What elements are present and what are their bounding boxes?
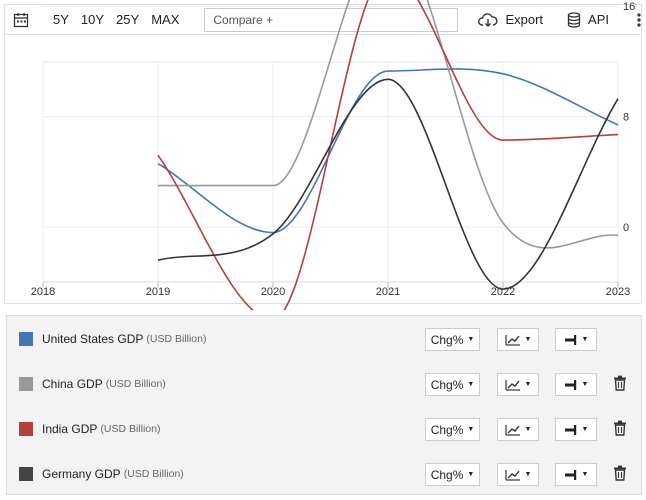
gdp-line-chart: 2018 2019 2020 2021 2022 20230816 — [31, 0, 635, 310]
series-units: (USD Billion) — [100, 422, 161, 435]
legend-row: Germany GDP (USD Billion) Chg% ▼ ▼ ▼ — [7, 451, 641, 496]
legend-row: India GDP (USD Billion) Chg% ▼ ▼ ▼ — [7, 406, 641, 451]
right-axis-icon — [564, 424, 578, 436]
axis-side-dropdown[interactable]: ▼ — [555, 373, 597, 396]
legend-row: United States GDP (USD Billion) Chg% ▼ ▼ ▼ — [7, 316, 641, 361]
caret-down-icon: ▼ — [467, 471, 475, 478]
series-units: (USD Billion) — [146, 332, 207, 345]
series-name: India GDP — [42, 421, 98, 436]
caret-down-icon: ▼ — [524, 381, 532, 388]
caret-down-icon: ▼ — [524, 426, 532, 433]
x-tick-label: 2023 — [606, 286, 630, 298]
chart-type-dropdown[interactable]: ▼ — [497, 463, 539, 486]
axis-side-dropdown[interactable]: ▼ — [555, 418, 597, 441]
series-units: (USD Billion) — [105, 377, 166, 390]
trash-icon[interactable] — [613, 375, 627, 391]
caret-down-icon: ▼ — [581, 471, 589, 478]
chg-dropdown[interactable]: Chg% ▼ — [425, 373, 480, 396]
caret-down-icon: ▼ — [524, 336, 532, 343]
y-tick-label: 16 — [623, 1, 635, 13]
legend-row: China GDP (USD Billion) Chg% ▼ ▼ ▼ — [7, 361, 641, 406]
chg-dropdown-label: Chg% — [430, 377, 464, 392]
series-color-swatch[interactable] — [19, 466, 33, 481]
caret-down-icon: ▼ — [581, 381, 589, 388]
right-axis-icon — [564, 334, 578, 346]
line-chart-icon — [504, 424, 521, 436]
right-axis-icon — [564, 469, 578, 481]
caret-down-icon: ▼ — [524, 471, 532, 478]
series-name: Germany GDP — [42, 466, 121, 481]
x-tick-label: 2021 — [376, 286, 400, 298]
series-name: United States GDP — [42, 331, 144, 346]
series-legend-panel: United States GDP (USD Billion) Chg% ▼ ▼ ▼ Chi… — [6, 315, 642, 495]
axis-side-dropdown[interactable]: ▼ — [555, 328, 597, 351]
chg-dropdown[interactable]: Chg% ▼ — [425, 418, 480, 441]
x-tick-label: 2018 — [31, 286, 55, 298]
y-tick-label: 8 — [623, 112, 629, 124]
line-chart-icon — [504, 469, 521, 481]
caret-down-icon: ▼ — [581, 336, 589, 343]
series-color-swatch[interactable] — [19, 421, 33, 436]
trash-icon[interactable] — [613, 465, 627, 481]
caret-down-icon: ▼ — [467, 381, 475, 388]
right-axis-icon — [564, 379, 578, 391]
line-chart-icon — [504, 334, 521, 346]
caret-down-icon: ▼ — [467, 426, 475, 433]
line-chart-icon — [504, 379, 521, 391]
series-color-swatch[interactable] — [19, 376, 33, 391]
chart-type-dropdown[interactable]: ▼ — [497, 418, 539, 441]
series-units: (USD Billion) — [123, 467, 184, 480]
chart-type-dropdown[interactable]: ▼ — [497, 373, 539, 396]
series-name: China GDP — [42, 376, 103, 391]
y-tick-label: 0 — [623, 222, 629, 234]
chg-dropdown-label: Chg% — [430, 467, 464, 482]
caret-down-icon: ▼ — [581, 426, 589, 433]
axis-side-dropdown[interactable]: ▼ — [555, 463, 597, 486]
chg-dropdown[interactable]: Chg% ▼ — [425, 463, 480, 486]
chg-dropdown[interactable]: Chg% ▼ — [425, 328, 480, 351]
chg-dropdown-label: Chg% — [430, 332, 464, 347]
x-tick-label: 2019 — [146, 286, 170, 298]
x-tick-label: 2020 — [261, 286, 285, 298]
chart-type-dropdown[interactable]: ▼ — [497, 328, 539, 351]
caret-down-icon: ▼ — [467, 336, 475, 343]
series-color-swatch[interactable] — [19, 331, 33, 346]
trash-icon[interactable] — [613, 420, 627, 436]
chg-dropdown-label: Chg% — [430, 422, 464, 437]
